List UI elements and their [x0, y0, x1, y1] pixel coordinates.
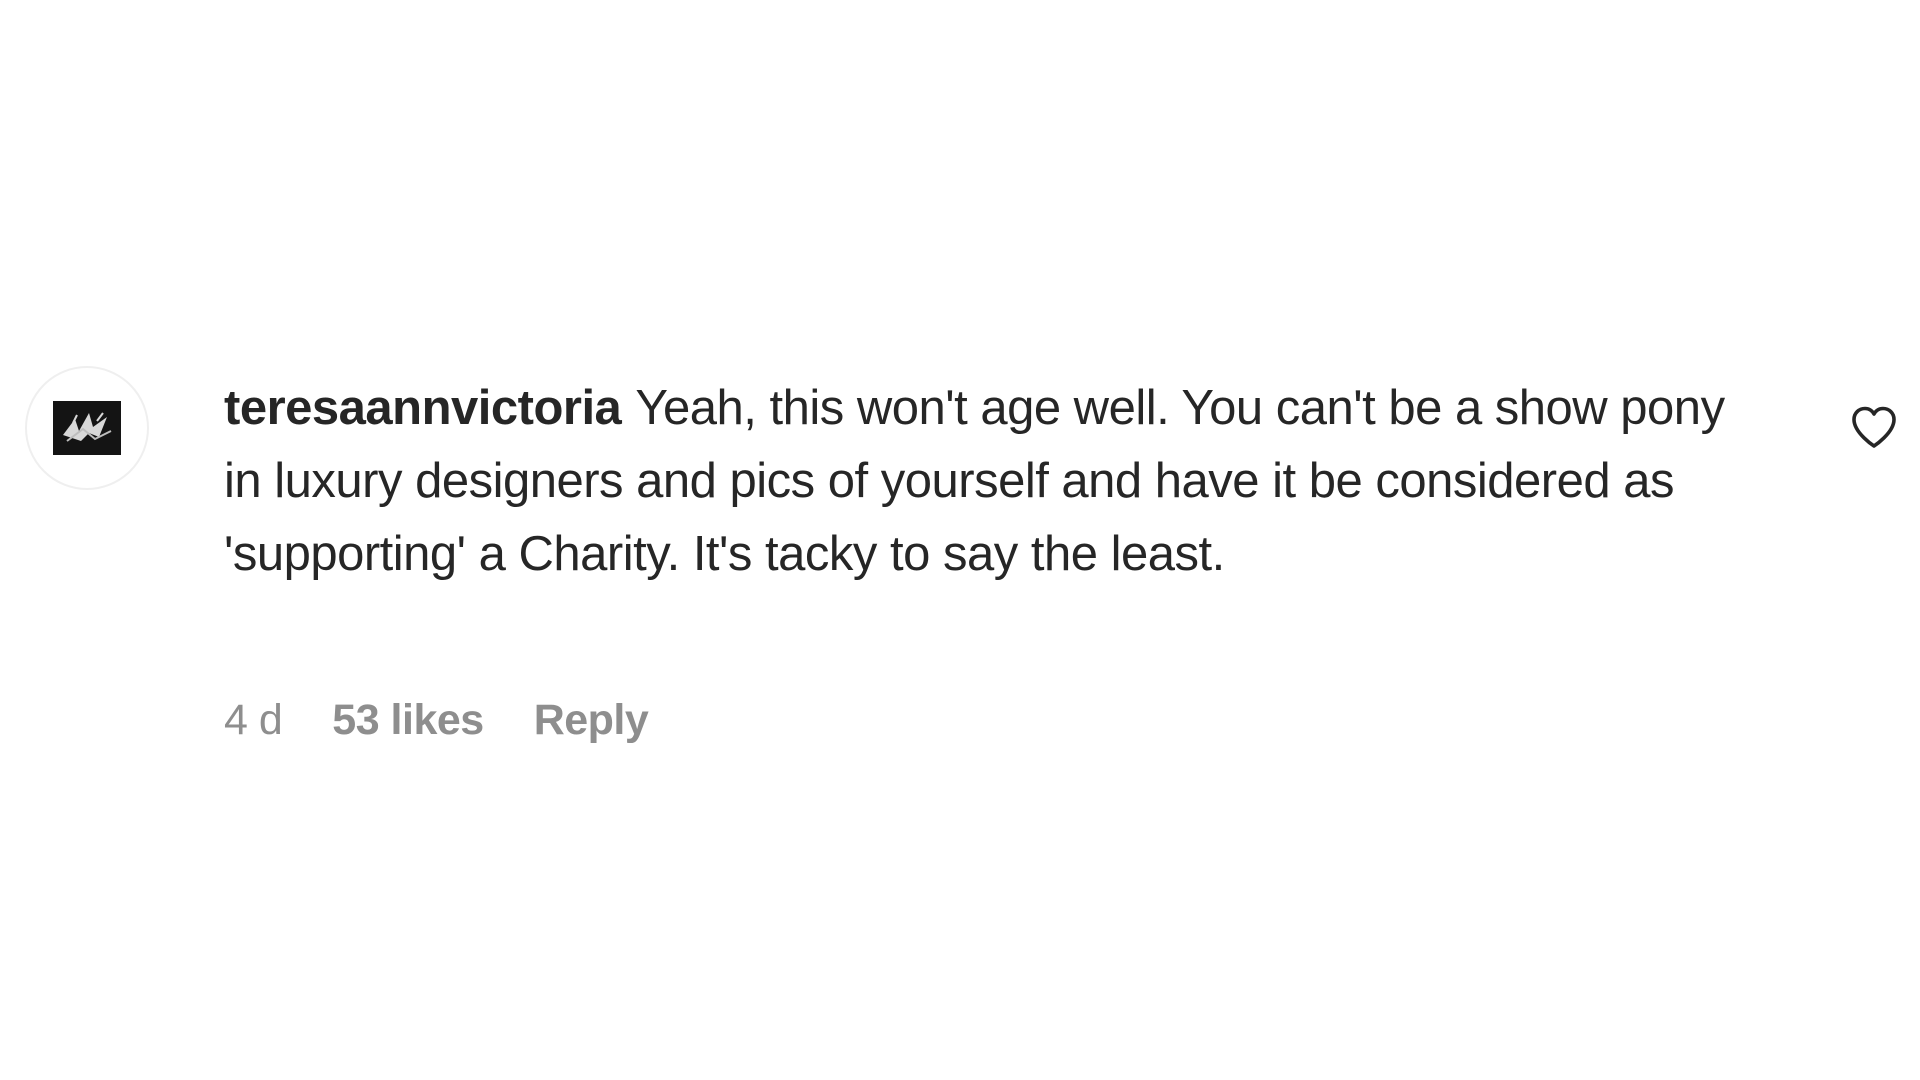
comment-username[interactable]: teresaannvictoria — [224, 381, 622, 435]
comment-text-block: teresaannvictoria Yeah, this won't age we… — [224, 372, 1764, 591]
comment-timestamp[interactable]: 4 d — [224, 692, 283, 748]
avatar-image — [53, 401, 121, 455]
comment-item: teresaannvictoria Yeah, this won't age we… — [0, 0, 1920, 1080]
heart-icon[interactable] — [1849, 404, 1899, 450]
comment-likes-count[interactable]: 53 likes — [332, 692, 484, 748]
reply-button[interactable]: Reply — [534, 692, 649, 748]
avatar[interactable] — [25, 366, 149, 490]
comment-meta: 4 d 53 likes Reply — [224, 692, 649, 748]
